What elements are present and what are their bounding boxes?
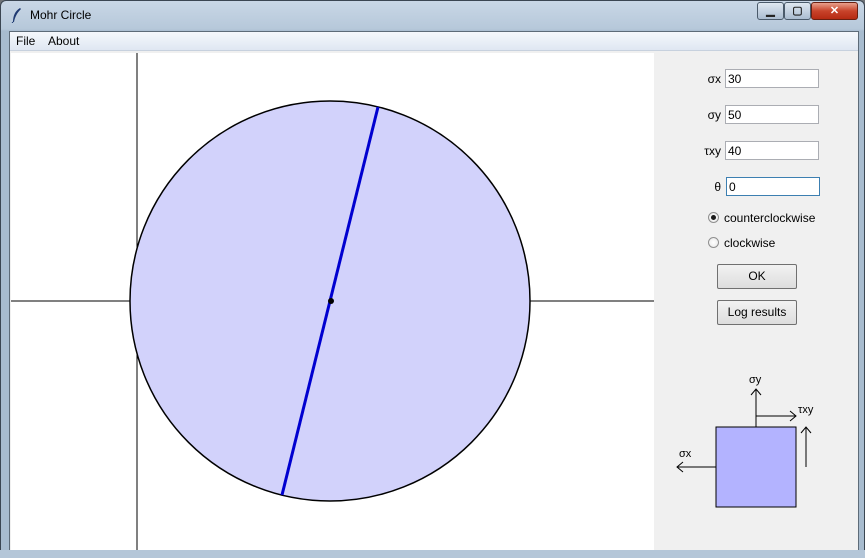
element-sigma-y-label: σy bbox=[749, 374, 762, 386]
title-bar[interactable]: Mohr Circle ▁ ▢ ✕ bbox=[1, 1, 864, 31]
sigma-y-label: σy bbox=[707, 108, 721, 122]
app-window: Mohr Circle ▁ ▢ ✕ File About σx σy τxy bbox=[0, 0, 865, 558]
element-sigma-x-label: σx bbox=[679, 448, 692, 460]
counterclockwise-label[interactable]: counterclockwise bbox=[724, 211, 815, 225]
sigma-y-input[interactable] bbox=[725, 105, 819, 124]
theta-input[interactable] bbox=[726, 177, 820, 196]
menu-file[interactable]: File bbox=[13, 34, 38, 48]
client-area: File About σx σy τxy θ counterclockwise bbox=[9, 31, 859, 551]
feather-icon bbox=[11, 8, 21, 23]
theta-label: θ bbox=[714, 180, 721, 194]
clockwise-radio[interactable] bbox=[708, 237, 719, 248]
minimize-button[interactable]: ▁ bbox=[757, 2, 784, 20]
input-panel: σx σy τxy θ counterclockwise clockwise O… bbox=[655, 53, 858, 550]
log-results-button[interactable]: Log results bbox=[717, 300, 797, 325]
mohr-canvas[interactable] bbox=[11, 53, 654, 550]
sigma-x-input[interactable] bbox=[725, 69, 819, 88]
stress-element-diagram: σy τxy σx bbox=[676, 374, 814, 508]
close-button[interactable]: ✕ bbox=[811, 2, 858, 20]
menu-bar: File About bbox=[10, 32, 858, 51]
clockwise-label[interactable]: clockwise bbox=[724, 236, 775, 250]
element-tau-xy-label: τxy bbox=[798, 404, 814, 416]
menu-about[interactable]: About bbox=[45, 34, 82, 48]
ok-button[interactable]: OK bbox=[717, 264, 797, 289]
stress-element-square bbox=[715, 426, 797, 508]
mohr-circle-plot bbox=[11, 53, 654, 550]
sigma-x-label: σx bbox=[707, 72, 721, 86]
counterclockwise-radio[interactable] bbox=[708, 212, 719, 223]
maximize-button[interactable]: ▢ bbox=[784, 2, 811, 20]
tau-xy-input[interactable] bbox=[725, 141, 819, 160]
window-bottom-border bbox=[0, 550, 865, 558]
window-title: Mohr Circle bbox=[30, 8, 92, 22]
circle-center-point bbox=[328, 298, 334, 304]
tau-xy-label: τxy bbox=[704, 144, 721, 158]
